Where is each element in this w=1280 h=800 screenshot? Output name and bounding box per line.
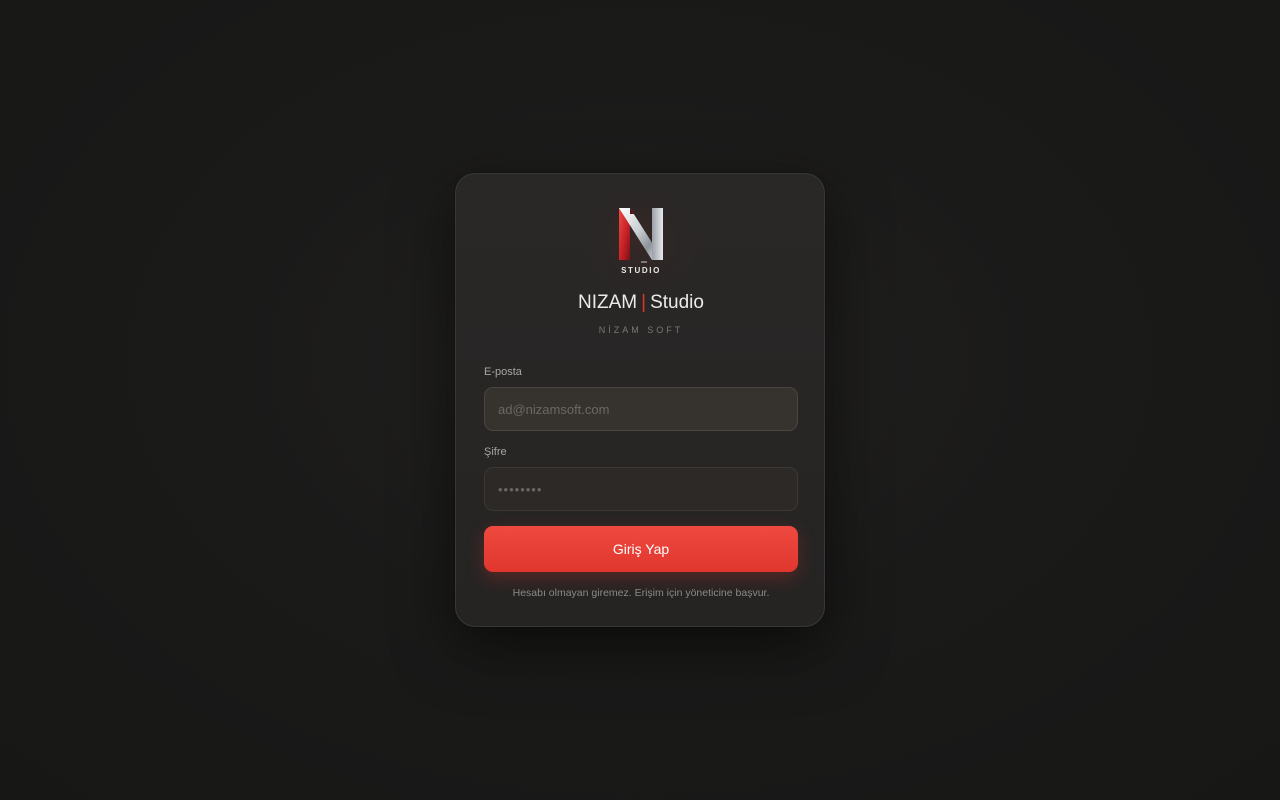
login-button[interactable]: Giriş Yap	[484, 526, 798, 572]
password-input[interactable]	[484, 467, 798, 511]
brand-primary: NIZAM	[578, 292, 638, 313]
email-input[interactable]	[484, 387, 798, 431]
logo: STUDIO	[579, 178, 703, 302]
logo-subtitle: STUDIO	[621, 266, 661, 275]
password-label: Şifre	[484, 446, 507, 458]
brand-secondary: Studio	[650, 292, 704, 313]
company-name: NİZAM SOFT	[598, 325, 684, 335]
email-label: E-posta	[484, 366, 522, 378]
access-note: Hesabı olmayan giremez. Erişim için yöne…	[512, 587, 770, 599]
brand-separator: |	[641, 292, 647, 313]
login-card: STUDIO NIZAM|Studio NİZAM SOFT E-posta Ş…	[455, 173, 825, 627]
app-title: NIZAM | Studio	[456, 292, 826, 314]
n-studio-logo-icon	[619, 208, 663, 263]
